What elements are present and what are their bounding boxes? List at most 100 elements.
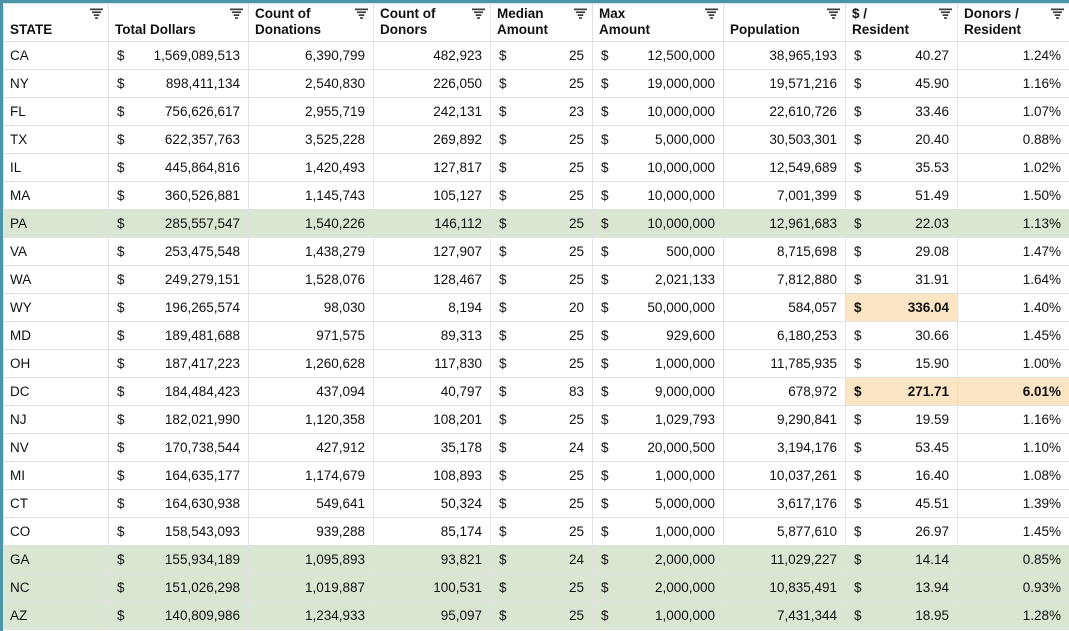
cell-PA-total-dollars[interactable]: $285,557,547 [109,210,249,238]
cell-NC-dollars-per-resident[interactable]: $13.94 [846,574,958,602]
cell-DC-population[interactable]: 678,972 [724,378,846,406]
cell-FL-donors-per-resident[interactable]: 1.07% [958,98,1069,126]
cell-CT-max-amount[interactable]: $5,000,000 [593,490,724,518]
cell-NC-state[interactable]: NC [4,574,109,602]
cell-IL-max-amount[interactable]: $10,000,000 [593,154,724,182]
cell-OH-count-of-donors[interactable]: 117,830 [374,350,491,378]
cell-MA-median-amount[interactable]: $25 [491,182,593,210]
cell-MA-count-of-donors[interactable]: 105,127 [374,182,491,210]
cell-VA-count-of-donations[interactable]: 1,438,279 [249,238,374,266]
cell-WA-total-dollars[interactable]: $249,279,151 [109,266,249,294]
cell-AZ-median-amount[interactable]: $25 [491,602,593,630]
column-header-total-dollars[interactable]: Total Dollars [109,4,249,42]
cell-IL-donors-per-resident[interactable]: 1.02% [958,154,1069,182]
cell-MD-count-of-donors[interactable]: 89,313 [374,322,491,350]
cell-CT-median-amount[interactable]: $25 [491,490,593,518]
cell-FL-count-of-donations[interactable]: 2,955,719 [249,98,374,126]
column-header-population[interactable]: Population [724,4,846,42]
cell-MA-max-amount[interactable]: $10,000,000 [593,182,724,210]
cell-WY-max-amount[interactable]: $50,000,000 [593,294,724,322]
cell-CA-total-dollars[interactable]: $1,569,089,513 [109,42,249,70]
cell-PA-state[interactable]: PA [4,210,109,238]
cell-MD-count-of-donations[interactable]: 971,575 [249,322,374,350]
cell-MI-median-amount[interactable]: $25 [491,462,593,490]
cell-CT-count-of-donors[interactable]: 50,324 [374,490,491,518]
cell-TX-population[interactable]: 30,503,301 [724,126,846,154]
cell-NY-count-of-donations[interactable]: 2,540,830 [249,70,374,98]
cell-OH-median-amount[interactable]: $25 [491,350,593,378]
cell-GA-total-dollars[interactable]: $155,934,189 [109,546,249,574]
cell-TX-dollars-per-resident[interactable]: $20.40 [846,126,958,154]
cell-WA-count-of-donors[interactable]: 128,467 [374,266,491,294]
column-header-median-amount[interactable]: Median Amount [491,4,593,42]
cell-PA-population[interactable]: 12,961,683 [724,210,846,238]
cell-FL-max-amount[interactable]: $10,000,000 [593,98,724,126]
cell-MA-dollars-per-resident[interactable]: $51.49 [846,182,958,210]
cell-MI-state[interactable]: MI [4,462,109,490]
column-header-max-amount[interactable]: Max Amount [593,4,724,42]
cell-WY-state[interactable]: WY [4,294,109,322]
cell-NC-median-amount[interactable]: $25 [491,574,593,602]
cell-WY-donors-per-resident[interactable]: 1.40% [958,294,1069,322]
filter-icon[interactable] [939,8,952,20]
cell-MD-max-amount[interactable]: $929,600 [593,322,724,350]
cell-NV-median-amount[interactable]: $24 [491,434,593,462]
cell-NV-dollars-per-resident[interactable]: $53.45 [846,434,958,462]
column-header-donors-per-resident[interactable]: Donors / Resident [958,4,1069,42]
cell-PA-max-amount[interactable]: $10,000,000 [593,210,724,238]
filter-icon[interactable] [90,8,103,20]
cell-MD-dollars-per-resident[interactable]: $30.66 [846,322,958,350]
cell-WY-total-dollars[interactable]: $196,265,574 [109,294,249,322]
cell-NV-count-of-donors[interactable]: 35,178 [374,434,491,462]
cell-VA-state[interactable]: VA [4,238,109,266]
cell-CT-donors-per-resident[interactable]: 1.39% [958,490,1069,518]
cell-AZ-max-amount[interactable]: $1,000,000 [593,602,724,630]
cell-FL-state[interactable]: FL [4,98,109,126]
cell-CA-state[interactable]: CA [4,42,109,70]
cell-WY-median-amount[interactable]: $20 [491,294,593,322]
cell-MD-state[interactable]: MD [4,322,109,350]
cell-NV-max-amount[interactable]: $20,000,500 [593,434,724,462]
cell-FL-total-dollars[interactable]: $756,626,617 [109,98,249,126]
cell-WA-state[interactable]: WA [4,266,109,294]
cell-MD-population[interactable]: 6,180,253 [724,322,846,350]
cell-PA-count-of-donors[interactable]: 146,112 [374,210,491,238]
filter-icon[interactable] [1051,8,1064,20]
cell-TX-total-dollars[interactable]: $622,357,763 [109,126,249,154]
cell-IL-population[interactable]: 12,549,689 [724,154,846,182]
column-header-count-of-donors[interactable]: Count of Donors [374,4,491,42]
cell-NY-population[interactable]: 19,571,216 [724,70,846,98]
cell-CO-total-dollars[interactable]: $158,543,093 [109,518,249,546]
cell-WY-population[interactable]: 584,057 [724,294,846,322]
filter-icon[interactable] [574,8,587,20]
cell-OH-total-dollars[interactable]: $187,417,223 [109,350,249,378]
column-header-count-of-donations[interactable]: Count of Donations [249,4,374,42]
cell-PA-median-amount[interactable]: $25 [491,210,593,238]
cell-DC-dollars-per-resident[interactable]: $271.71 [846,378,958,406]
cell-VA-dollars-per-resident[interactable]: $29.08 [846,238,958,266]
cell-NV-population[interactable]: 3,194,176 [724,434,846,462]
cell-WA-population[interactable]: 7,812,880 [724,266,846,294]
cell-CO-count-of-donations[interactable]: 939,288 [249,518,374,546]
cell-NC-total-dollars[interactable]: $151,026,298 [109,574,249,602]
cell-GA-dollars-per-resident[interactable]: $14.14 [846,546,958,574]
cell-NY-max-amount[interactable]: $19,000,000 [593,70,724,98]
cell-IL-total-dollars[interactable]: $445,864,816 [109,154,249,182]
cell-PA-count-of-donations[interactable]: 1,540,226 [249,210,374,238]
column-header-dollars-per-resident[interactable]: $ / Resident [846,4,958,42]
cell-DC-count-of-donations[interactable]: 437,094 [249,378,374,406]
cell-MA-donors-per-resident[interactable]: 1.50% [958,182,1069,210]
cell-GA-count-of-donors[interactable]: 93,821 [374,546,491,574]
cell-OH-count-of-donations[interactable]: 1,260,628 [249,350,374,378]
filter-icon[interactable] [355,8,368,20]
filter-icon[interactable] [230,8,243,20]
cell-AZ-dollars-per-resident[interactable]: $18.95 [846,602,958,630]
cell-WA-max-amount[interactable]: $2,021,133 [593,266,724,294]
cell-MA-count-of-donations[interactable]: 1,145,743 [249,182,374,210]
cell-CO-state[interactable]: CO [4,518,109,546]
cell-IL-median-amount[interactable]: $25 [491,154,593,182]
cell-DC-count-of-donors[interactable]: 40,797 [374,378,491,406]
cell-NY-dollars-per-resident[interactable]: $45.90 [846,70,958,98]
cell-OH-max-amount[interactable]: $1,000,000 [593,350,724,378]
cell-NY-donors-per-resident[interactable]: 1.16% [958,70,1069,98]
